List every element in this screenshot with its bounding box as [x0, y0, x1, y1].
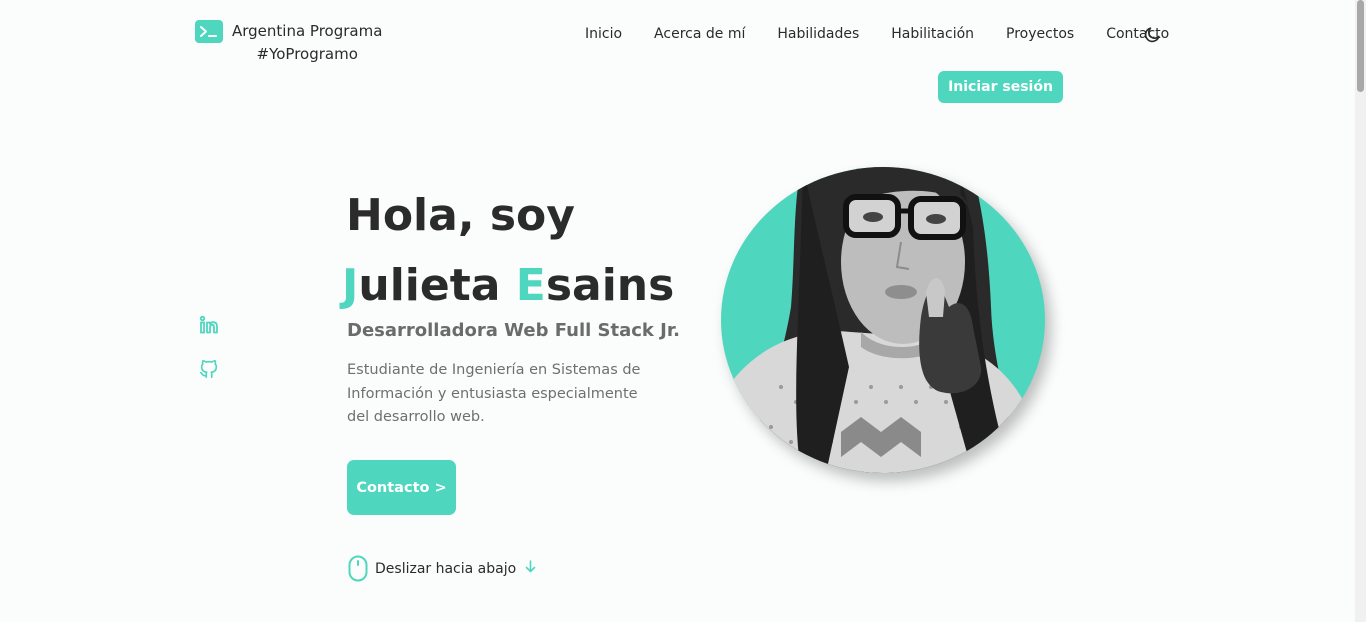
logo-line-1: Argentina Programa [232, 22, 383, 40]
profile-photo [721, 167, 1045, 473]
nav-link-proyectos[interactable]: Proyectos [1006, 26, 1074, 42]
github-icon[interactable] [198, 358, 220, 380]
hero-greeting: Hola, soy [346, 190, 575, 241]
main-nav: Inicio Acerca de mí Habilidades Habilita… [585, 26, 1169, 42]
name-initial-last: E [515, 260, 546, 311]
arrow-down-icon [525, 560, 536, 577]
nav-link-habilidades[interactable]: Habilidades [777, 26, 859, 42]
page: Argentina Programa #YoProgramo Inicio Ac… [0, 0, 1355, 622]
contact-button[interactable]: Contacto > [347, 460, 456, 515]
scroll-down-link[interactable]: Deslizar hacia abajo [348, 555, 536, 582]
moon-icon[interactable] [1143, 25, 1162, 48]
scrollbar-thumb[interactable] [1357, 0, 1364, 92]
hero-subtitle: Desarrolladora Web Full Stack Jr. [347, 320, 681, 341]
terminal-icon [195, 20, 223, 43]
linkedin-icon[interactable] [198, 314, 220, 336]
scroll-down-label: Deslizar hacia abajo [375, 560, 517, 577]
page-scrollbar[interactable] [1355, 0, 1366, 622]
nav-link-inicio[interactable]: Inicio [585, 26, 622, 42]
nav-link-acerca[interactable]: Acerca de mí [654, 26, 745, 42]
site-logo[interactable]: Argentina Programa #YoProgramo [195, 20, 382, 66]
login-button[interactable]: Iniciar sesión [938, 71, 1063, 103]
name-initial-first: J [342, 260, 359, 311]
mouse-icon [348, 555, 368, 582]
social-links [198, 314, 220, 402]
hero-name: Julieta Esains [342, 258, 674, 314]
logo-text: Argentina Programa #YoProgramo [232, 20, 382, 66]
logo-line-2: #YoProgramo [256, 45, 358, 63]
hero-description: Estudiante de Ingeniería en Sistemas de … [347, 362, 641, 425]
nav-link-habilitacion[interactable]: Habilitación [891, 26, 974, 42]
name-last-rest: sains [545, 260, 675, 311]
name-first-rest: ulieta [358, 260, 501, 311]
